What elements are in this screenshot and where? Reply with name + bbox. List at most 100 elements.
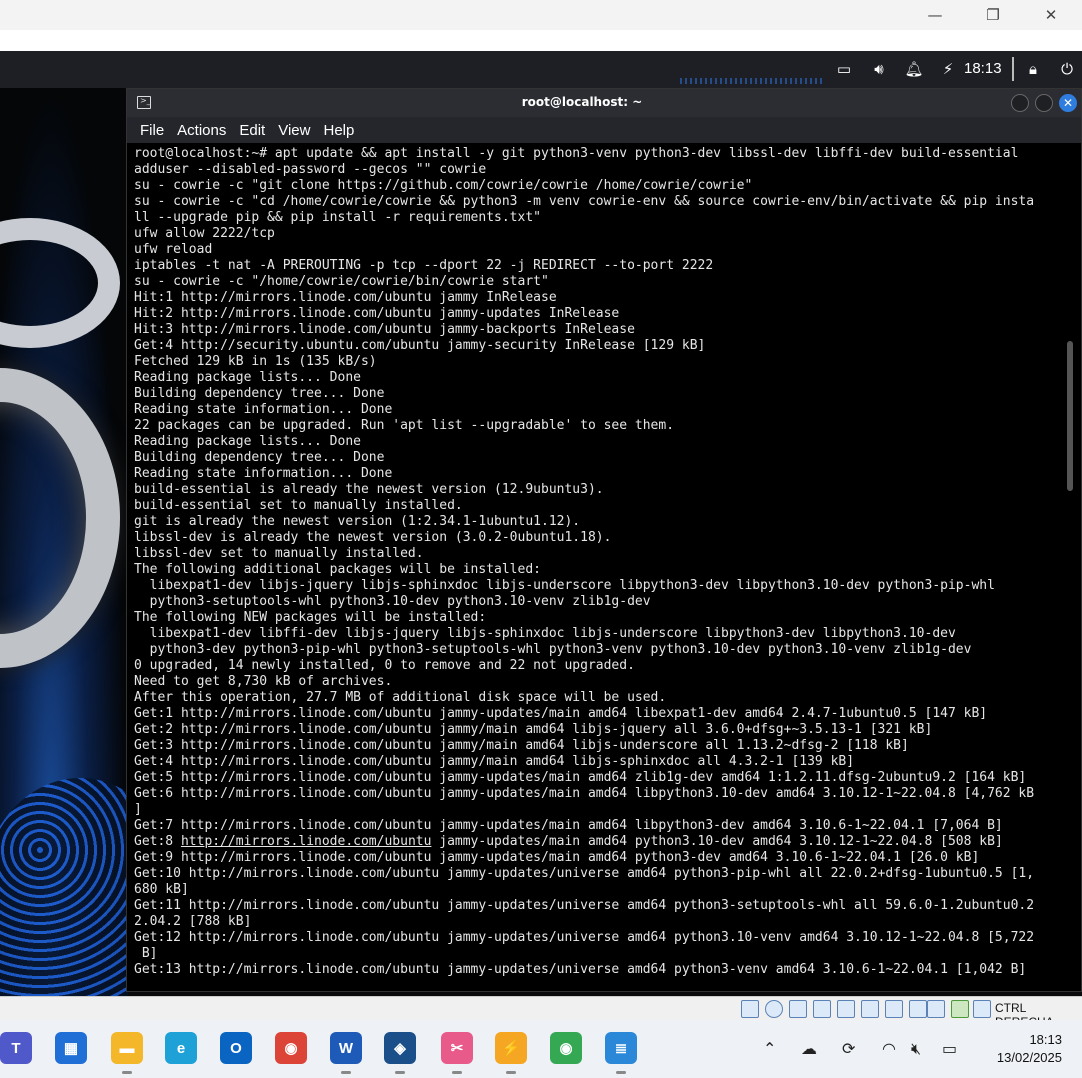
terminal-line: Get:4 http://security.ubuntu.com/ubuntu … [134,338,706,353]
wifi-icon[interactable]: ◠ [882,1039,896,1058]
display-icon[interactable] [885,1000,903,1018]
sync-icon[interactable]: ⟳ [842,1039,855,1058]
terminal-line: 680 kB] [134,882,189,897]
chevron-up-icon[interactable]: ⌃ [763,1039,776,1058]
minimize-button[interactable]: — [906,0,964,30]
terminal-line: After this operation, 27.7 MB of additio… [134,690,667,705]
onedrive-cloud-icon[interactable]: ☁ [801,1039,817,1058]
terminal-line: Get:4 http://mirrors.linode.com/ubuntu j… [134,754,855,769]
volume-muted-icon[interactable]: 🔇︎ [911,1039,921,1059]
host-window-titlebar: — ❐ ✕ [0,0,1082,30]
terminal-line: Building dependency tree... Done [134,450,385,465]
terminal-close-button[interactable]: ✕ [1059,94,1077,112]
terminal-line: ] [134,802,142,817]
terminal-line: su - cowrie -c "/home/cowrie/cowrie/bin/… [134,274,549,289]
taskbar-clock[interactable]: 18:13 13/02/2025 [980,1031,1076,1067]
terminal-output[interactable]: root@localhost:~# apt update && apt inst… [127,143,1081,991]
terminal-minimize-button[interactable] [1011,94,1029,112]
top-panel: ▭ 🔊︎ 🔔︎ ⚡ 18:13 🔒︎ ⏻ [0,51,1082,88]
terminal-line: git is already the newest version (1:2.3… [134,514,581,529]
terminal-line: Get:5 http://mirrors.linode.com/ubuntu j… [134,770,1027,785]
mouse-integration-icon[interactable] [973,1000,991,1018]
restore-button[interactable]: ❐ [964,0,1022,30]
menu-file[interactable]: File [140,122,164,139]
virtualbox-icon[interactable]: ◈ [384,1032,416,1064]
running-indicator [122,1071,132,1074]
terminal-line: ufw allow 2222/tcp [134,226,275,241]
network-activity-graph [680,78,822,84]
optical-drive-icon[interactable] [765,1000,783,1018]
microsoft-store-icon[interactable]: ▦ [55,1032,87,1064]
shared-folders-icon[interactable] [861,1000,879,1018]
terminal-line: Need to get 8,730 kB of archives. [134,674,393,689]
lock-icon[interactable]: 🔒︎ [1023,59,1043,79]
terminal-window[interactable]: >_ root@localhost: ~ ✕ File Actions Edit… [126,88,1082,992]
menu-view[interactable]: View [278,122,310,139]
virtualization-icon[interactable] [927,1000,945,1018]
running-indicator [616,1071,626,1074]
terminal-line: su - cowrie -c "git clone https://github… [134,178,753,193]
terminal-text[interactable]: root@localhost:~# apt update && apt inst… [134,146,1056,978]
terminal-line: Reading package lists... Done [134,370,361,385]
file-explorer-icon[interactable]: ▬ [111,1032,143,1064]
terminal-line: Hit:3 http://mirrors.linode.com/ubuntu j… [134,322,635,337]
restore-icon: ❐ [986,6,1000,24]
close-icon: ✕ [1044,6,1058,24]
terminal-menubar: File Actions Edit View Help [127,117,1081,143]
menu-help[interactable]: Help [323,122,354,139]
recording-icon[interactable] [909,1000,927,1018]
chrome-icon[interactable]: ◉ [275,1032,307,1064]
usb-icon[interactable] [837,1000,855,1018]
panel-separator [1012,57,1014,81]
vm-status-bar: CTRL DERECHA [0,996,1082,1029]
terminal-titlebar[interactable]: >_ root@localhost: ~ ✕ [127,89,1081,117]
running-indicator [452,1071,462,1074]
teams-icon[interactable]: T [0,1032,32,1064]
volume-icon[interactable]: 🔊︎ [869,59,889,79]
audio-icon[interactable] [789,1000,807,1018]
menu-actions[interactable]: Actions [177,122,226,139]
guest-additions-icon[interactable] [951,1000,969,1018]
screen-icon[interactable]: ▭ [834,59,854,79]
terminal-line: Get:9 http://mirrors.linode.com/ubuntu j… [134,850,980,865]
menu-edit[interactable]: Edit [239,122,265,139]
terminal-maximize-button[interactable] [1035,94,1053,112]
power-icon[interactable]: ⏻ [1057,59,1077,79]
terminal-line: ufw reload [134,242,213,257]
notifications-bell-icon[interactable]: 🔔︎ [904,59,924,79]
guest-screen[interactable]: ▭ 🔊︎ 🔔︎ ⚡ 18:13 🔒︎ ⏻ >_ root@localhost: … [0,51,1082,996]
notepad-icon[interactable]: ≣ [605,1032,637,1064]
terminal-line: Reading state information... Done [134,402,393,417]
terminal-line: The following additional packages will b… [134,562,541,577]
desktop-wallpaper [0,88,128,996]
terminal-line: Get:11 http://mirrors.linode.com/ubuntu … [134,898,1035,913]
host-menubar [0,30,1082,51]
terminal-line: Reading package lists... Done [134,434,361,449]
terminal-line: Get:10 http://mirrors.linode.com/ubuntu … [134,866,1035,881]
sticky-app-icon[interactable]: ⚡ [495,1032,527,1064]
terminal-line: adduser --disabled-password --gecos "" c… [134,162,487,177]
terminal-scrollbar[interactable] [1067,341,1073,491]
terminal-line: Get:6 http://mirrors.linode.com/ubuntu j… [134,786,1035,801]
terminal-line: root@localhost:~# apt update && apt inst… [134,146,1019,161]
terminal-line: Get:1 http://mirrors.linode.com/ubuntu j… [134,706,988,721]
outlook-icon[interactable]: O [220,1032,252,1064]
terminal-url-link[interactable]: http://mirrors.linode.com/ubuntu [181,834,431,849]
terminal-line: Fetched 129 kB in 1s (135 kB/s) [134,354,377,369]
battery-charging-icon[interactable]: ⚡ [938,59,958,79]
network-icon[interactable] [813,1000,831,1018]
wallpaper-ring-top [0,218,120,348]
panel-clock[interactable]: 18:13 [964,60,1002,77]
terminal-line: B] [134,946,158,961]
terminal-line: build-essential set to manually installe… [134,498,463,513]
edge-icon[interactable]: e [165,1032,197,1064]
close-button[interactable]: ✕ [1022,0,1080,30]
taskbar-time: 18:13 [1029,1032,1062,1047]
terminal-line: Building dependency tree... Done [134,386,385,401]
battery-icon[interactable]: ▭ [942,1039,957,1058]
terminal-title: root@localhost: ~ [521,95,643,109]
word-icon[interactable]: W [330,1032,362,1064]
hard-disk-icon[interactable] [741,1000,759,1018]
snipping-tool-icon[interactable]: ✂ [441,1032,473,1064]
chrome-profile-icon[interactable]: ◉ [550,1032,582,1064]
